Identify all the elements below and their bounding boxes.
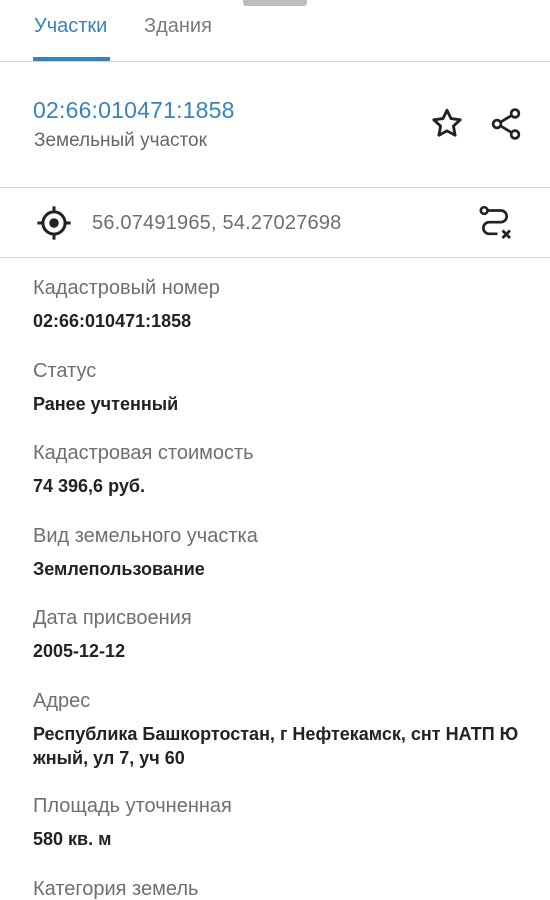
coordinates-text[interactable]: 56.07491965, 54.27027698 <box>92 212 342 235</box>
field-assignment-date: Дата присвоения 2005-12-12 <box>33 606 548 663</box>
parcel-subtitle: Земельный участок <box>34 130 207 151</box>
field-value: 580 кв. м <box>33 829 112 849</box>
field-status: Статус Ранее учтенный <box>33 359 548 416</box>
field-label: Категория земель <box>33 878 199 900</box>
tab-bar: Участки Здания <box>0 0 550 62</box>
field-value: 2005-12-12 <box>33 641 126 661</box>
crosshair-target-icon <box>37 206 71 240</box>
field-value: 74 396,6 руб. <box>33 476 145 496</box>
parcel-title[interactable]: 02:66:010471:1858 <box>33 97 235 124</box>
field-label: Кадастровый номер <box>33 277 220 299</box>
field-cadastral-number: Кадастровый номер 02:66:010471:1858 <box>33 276 548 333</box>
active-tab-indicator <box>33 57 110 61</box>
tab-parcels[interactable]: Участки <box>34 14 107 38</box>
address-line-2: жный, ул 7, уч 60 <box>33 748 185 768</box>
coordinates-row[interactable]: 56.07491965, 54.27027698 <box>0 188 550 258</box>
field-area: Площадь уточненная 580 кв. м <box>33 794 548 851</box>
field-land-category: Категория земель <box>33 877 548 900</box>
field-cadastral-value: Кадастровая стоимость 74 396,6 руб. <box>33 441 548 498</box>
parcel-header: 02:66:010471:1858 Земельный участок <box>0 62 550 188</box>
route-button[interactable] <box>475 203 515 243</box>
field-label: Вид земельного участка <box>33 525 258 547</box>
share-icon <box>491 108 521 140</box>
tab-buildings[interactable]: Здания <box>144 14 212 38</box>
field-label: Площадь уточненная <box>33 795 232 817</box>
field-value: Ранее учтенный <box>33 394 179 414</box>
field-value[interactable]: 02:66:010471:1858 <box>33 309 548 333</box>
share-button[interactable] <box>486 104 526 144</box>
favorite-button[interactable] <box>427 104 467 144</box>
field-label: Статус <box>33 360 97 382</box>
field-label: Дата присвоения <box>33 607 192 629</box>
star-outline-icon <box>432 108 462 137</box>
route-clear-icon <box>479 205 512 240</box>
field-address: Адрес Республика Башкортостан, г Нефтека… <box>33 689 548 770</box>
field-value: Землепользование <box>33 559 205 579</box>
address-line-1: Республика Башкортостан, г Нефтекамск, с… <box>33 724 519 744</box>
field-parcel-kind: Вид земельного участка Землепользование <box>33 524 548 581</box>
field-label: Кадастровая стоимость <box>33 442 254 464</box>
field-label: Адрес <box>33 690 91 712</box>
field-value[interactable]: Республика Башкортостан, г Нефтекамск, с… <box>33 722 548 770</box>
